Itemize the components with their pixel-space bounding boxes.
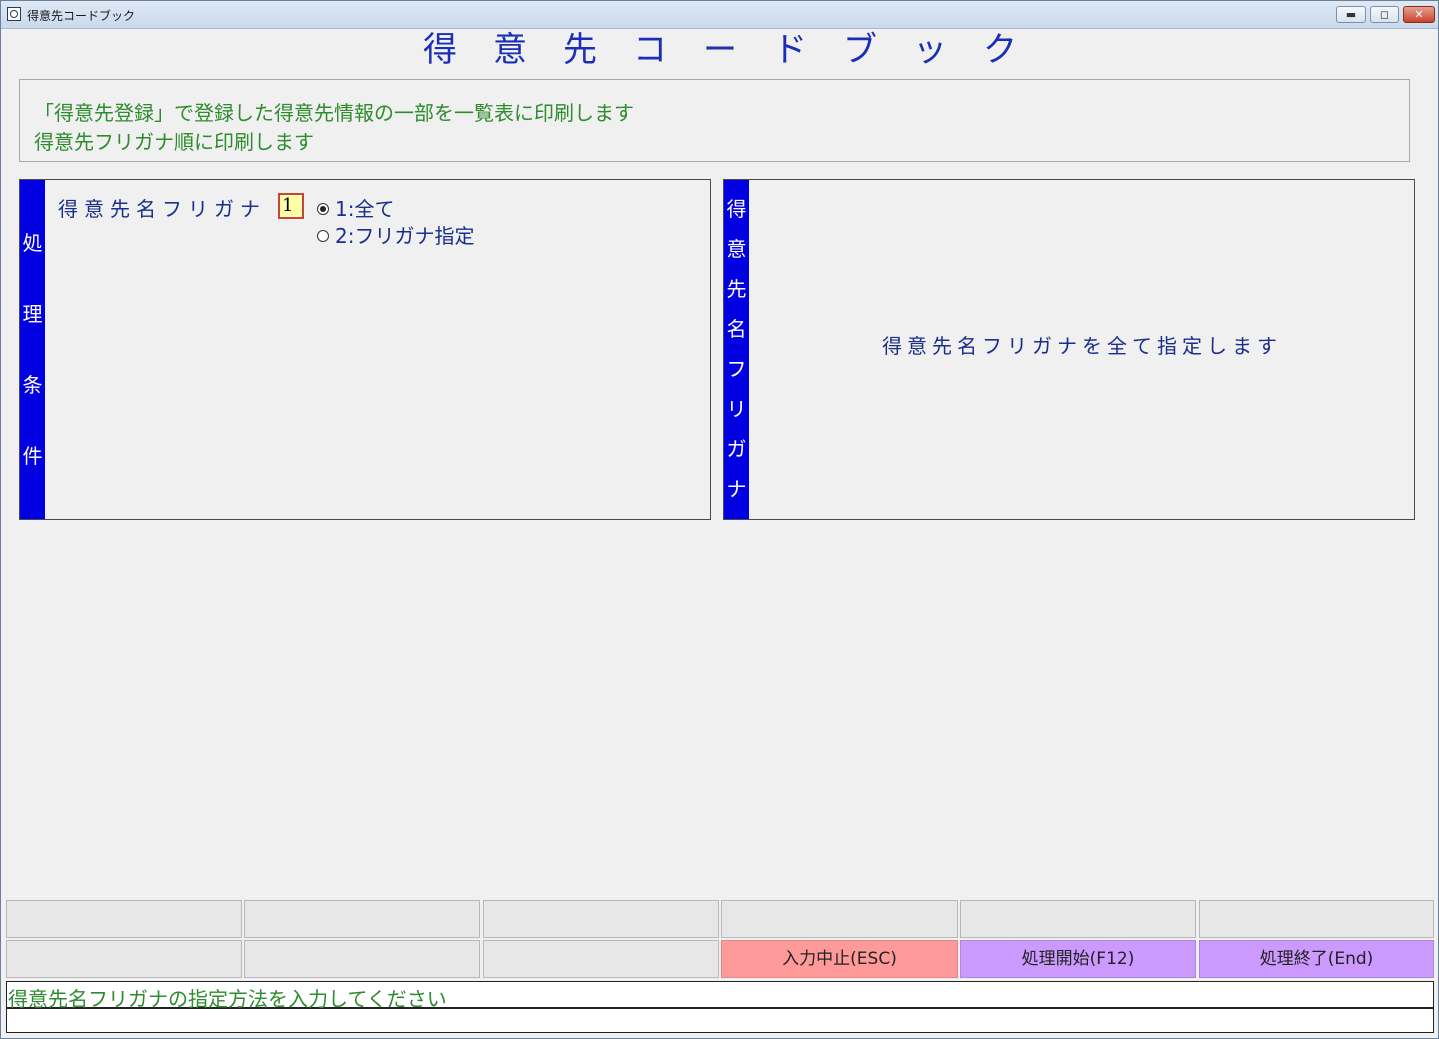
function-key-9[interactable] — [483, 940, 719, 978]
end-process-button[interactable]: 処理終了(End) — [1199, 940, 1434, 978]
side-label-char: 処 — [22, 231, 43, 255]
side-label-char: リ — [726, 397, 747, 421]
function-key-7[interactable] — [6, 940, 242, 978]
start-process-button[interactable]: 処理開始(F12) — [960, 940, 1196, 978]
minimize-button[interactable]: ▬ — [1336, 6, 1366, 23]
function-key-5[interactable] — [960, 900, 1196, 938]
window-title: 得意先コードブック — [27, 9, 136, 23]
conditions-side-label: 処 理 条 件 — [20, 180, 45, 519]
application-window: 得意先コードブック ▬ ◻ ✕ 得意先コードブック 「得意先登録」で登録した得意… — [0, 0, 1439, 1039]
side-label-char: 先 — [726, 277, 747, 301]
status-bar: 得意先名フリガナの指定方法を入力してください — [6, 981, 1434, 1011]
help-panel: 得 意 先 名 フ リ ガ ナ 得意先名フリガナを全て指定します — [723, 179, 1415, 520]
description-line-1: 「得意先登録」で登録した得意先情報の一部を一覧表に印刷します — [34, 101, 634, 125]
description-line-2: 得意先フリガナ順に印刷します — [34, 130, 314, 154]
radio-unchecked-icon[interactable] — [317, 229, 329, 242]
status-bar-secondary — [6, 1008, 1434, 1033]
function-key-3[interactable] — [483, 900, 719, 938]
title-bar[interactable]: 得意先コードブック ▬ ◻ ✕ — [1, 1, 1438, 29]
side-label-char: 意 — [726, 237, 747, 261]
help-text: 得意先名フリガナを全て指定します — [882, 334, 1282, 358]
side-label-char: 件 — [22, 444, 43, 468]
client-area: 得意先コードブック 「得意先登録」で登録した得意先情報の一部を一覧表に印刷します… — [6, 28, 1434, 1033]
side-label-char: 理 — [22, 302, 43, 326]
function-key-1[interactable] — [6, 900, 242, 938]
option-furigana-specify[interactable]: 2:フリガナ指定 — [317, 220, 474, 249]
function-key-2[interactable] — [244, 900, 480, 938]
side-label-char: 得 — [726, 197, 747, 221]
function-key-8[interactable] — [244, 940, 480, 978]
option-furigana-specify-label: 2:フリガナ指定 — [335, 224, 475, 248]
side-label-char: 名 — [726, 317, 747, 341]
side-label-char: 条 — [22, 373, 43, 397]
side-label-char: ナ — [726, 477, 747, 501]
side-label-char: ガ — [726, 437, 747, 461]
maximize-button[interactable]: ◻ — [1370, 6, 1399, 23]
cancel-input-button[interactable]: 入力中止(ESC) — [721, 940, 958, 978]
furigana-mode-input[interactable]: 1 — [278, 193, 304, 219]
description-box: 「得意先登録」で登録した得意先情報の一部を一覧表に印刷します 得意先フリガナ順に… — [19, 79, 1410, 162]
help-side-label: 得 意 先 名 フ リ ガ ナ — [724, 180, 749, 519]
close-button[interactable]: ✕ — [1403, 6, 1435, 23]
app-icon[interactable] — [7, 7, 21, 21]
page-title: 得意先コードブック — [423, 30, 1053, 70]
option-all[interactable]: 1:全て — [317, 193, 394, 222]
furigana-field-label: 得意先名フリガナ — [58, 197, 266, 221]
radio-checked-icon[interactable] — [317, 202, 329, 215]
function-key-6[interactable] — [1199, 900, 1434, 938]
option-all-label: 1:全て — [335, 197, 395, 221]
side-label-char: フ — [726, 357, 747, 381]
function-key-4[interactable] — [721, 900, 958, 938]
conditions-panel: 処 理 条 件 得意先名フリガナ 1 1:全て 2:フリガナ指定 — [19, 179, 711, 520]
